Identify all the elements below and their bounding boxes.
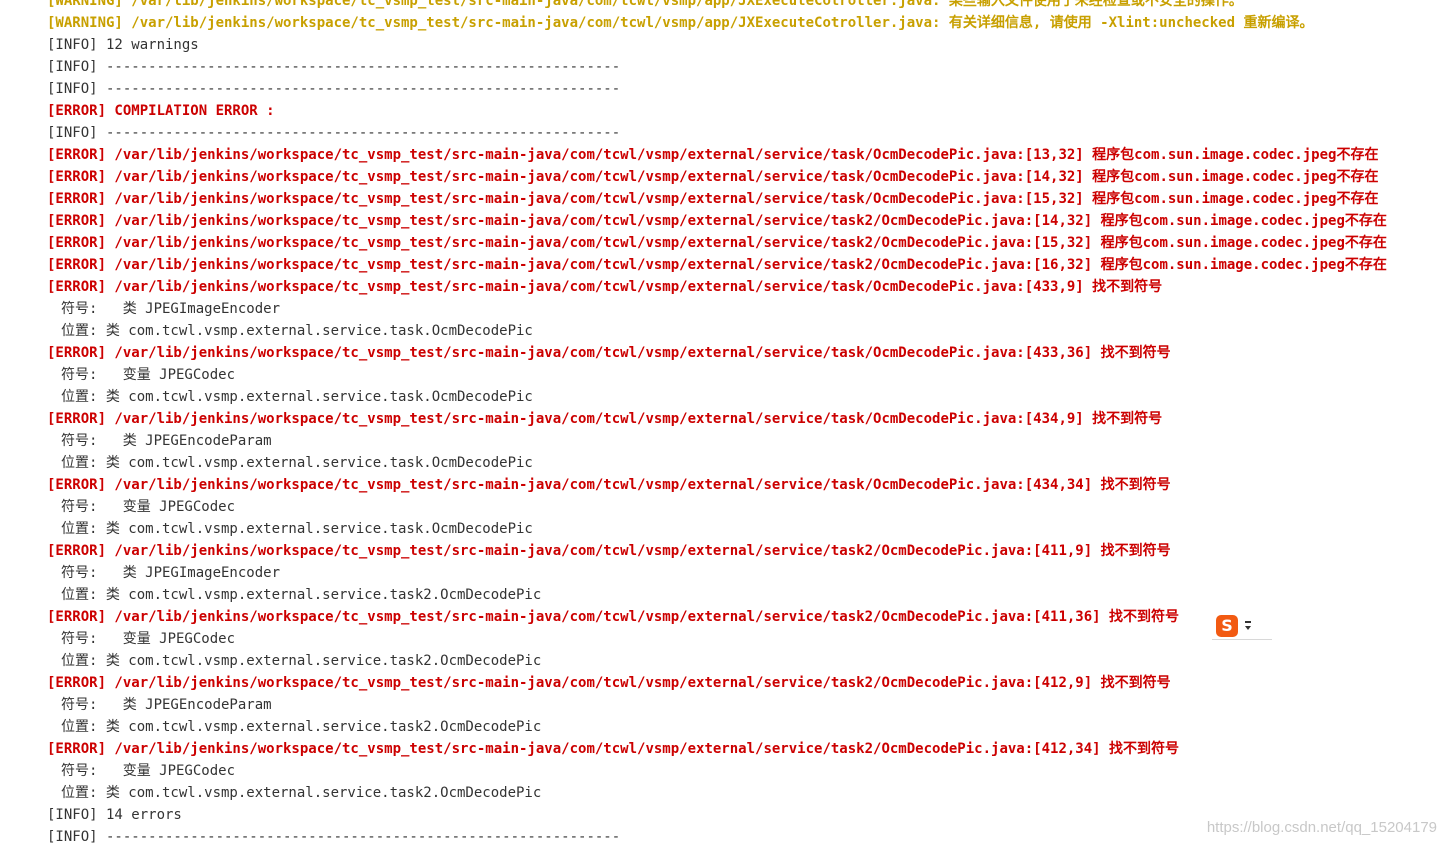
log-line-detail: 位置: 类 com.tcwl.vsmp.external.service.tas… <box>61 719 542 735</box>
sogou-ime-icon[interactable]: S <box>1216 614 1238 637</box>
log-line-detail: 位置: 类 com.tcwl.vsmp.external.service.tas… <box>61 653 542 669</box>
log-line-error: [ERROR] /var/lib/jenkins/workspace/tc_vs… <box>47 191 1379 207</box>
log-line-detail: 符号: 类 JPEGEncodeParam <box>61 433 272 449</box>
log-line-detail: 位置: 类 com.tcwl.vsmp.external.service.tas… <box>61 389 533 405</box>
ime-toolbar[interactable]: S <box>1212 612 1272 640</box>
log-line-error: [ERROR] /var/lib/jenkins/workspace/tc_vs… <box>47 257 1387 273</box>
watermark: https://blog.csdn.net/qq_15204179 <box>1206 819 1437 836</box>
log-line-error: [ERROR] /var/lib/jenkins/workspace/tc_vs… <box>47 235 1387 251</box>
log-line-detail: 符号: 变量 JPEGCodec <box>61 499 236 515</box>
log-line-detail: 位置: 类 com.tcwl.vsmp.external.service.tas… <box>61 521 533 537</box>
log-line-info: [INFO] ---------------------------------… <box>47 59 621 75</box>
ime-menu-dropdown-icon[interactable] <box>1244 619 1252 633</box>
log-line-detail: 位置: 类 com.tcwl.vsmp.external.service.tas… <box>61 587 542 603</box>
log-line-error: [ERROR] /var/lib/jenkins/workspace/tc_vs… <box>47 477 1171 493</box>
log-line-warning: [WARNING] /var/lib/jenkins/workspace/tc_… <box>47 15 1314 31</box>
log-line-warning: [WARNING] /var/lib/jenkins/workspace/tc_… <box>47 0 1243 9</box>
log-line-error: [ERROR] /var/lib/jenkins/workspace/tc_vs… <box>47 411 1163 427</box>
log-line-detail: 符号: 类 JPEGImageEncoder <box>61 565 281 581</box>
log-line-error: [ERROR] /var/lib/jenkins/workspace/tc_vs… <box>47 213 1387 229</box>
log-line-detail: 符号: 变量 JPEGCodec <box>61 763 236 779</box>
log-line-detail: 位置: 类 com.tcwl.vsmp.external.service.tas… <box>61 785 542 801</box>
log-line-detail: 符号: 类 JPEGEncodeParam <box>61 697 272 713</box>
log-line-error: [ERROR] /var/lib/jenkins/workspace/tc_vs… <box>47 147 1379 163</box>
build-console-log: [WARNING] /var/lib/jenkins/workspace/tc_… <box>47 0 1437 848</box>
log-line-detail: 符号: 类 JPEGImageEncoder <box>61 301 281 317</box>
log-line-error: [ERROR] /var/lib/jenkins/workspace/tc_vs… <box>47 543 1171 559</box>
log-line-error: [ERROR] /var/lib/jenkins/workspace/tc_vs… <box>47 169 1379 185</box>
log-line-error: [ERROR] COMPILATION ERROR : <box>47 103 275 119</box>
log-line-detail: 符号: 变量 JPEGCodec <box>61 367 236 383</box>
log-line-error: [ERROR] /var/lib/jenkins/workspace/tc_vs… <box>47 279 1163 295</box>
log-line-info: [INFO] ---------------------------------… <box>47 125 621 141</box>
log-line-error: [ERROR] /var/lib/jenkins/workspace/tc_vs… <box>47 741 1180 757</box>
log-line-info: [INFO] ---------------------------------… <box>47 81 621 97</box>
log-line-detail: 位置: 类 com.tcwl.vsmp.external.service.tas… <box>61 455 533 471</box>
log-line-error: [ERROR] /var/lib/jenkins/workspace/tc_vs… <box>47 345 1171 361</box>
log-line-error: [ERROR] /var/lib/jenkins/workspace/tc_vs… <box>47 675 1171 691</box>
log-line-detail: 位置: 类 com.tcwl.vsmp.external.service.tas… <box>61 323 533 339</box>
log-line-info: [INFO] 12 warnings <box>47 37 199 53</box>
